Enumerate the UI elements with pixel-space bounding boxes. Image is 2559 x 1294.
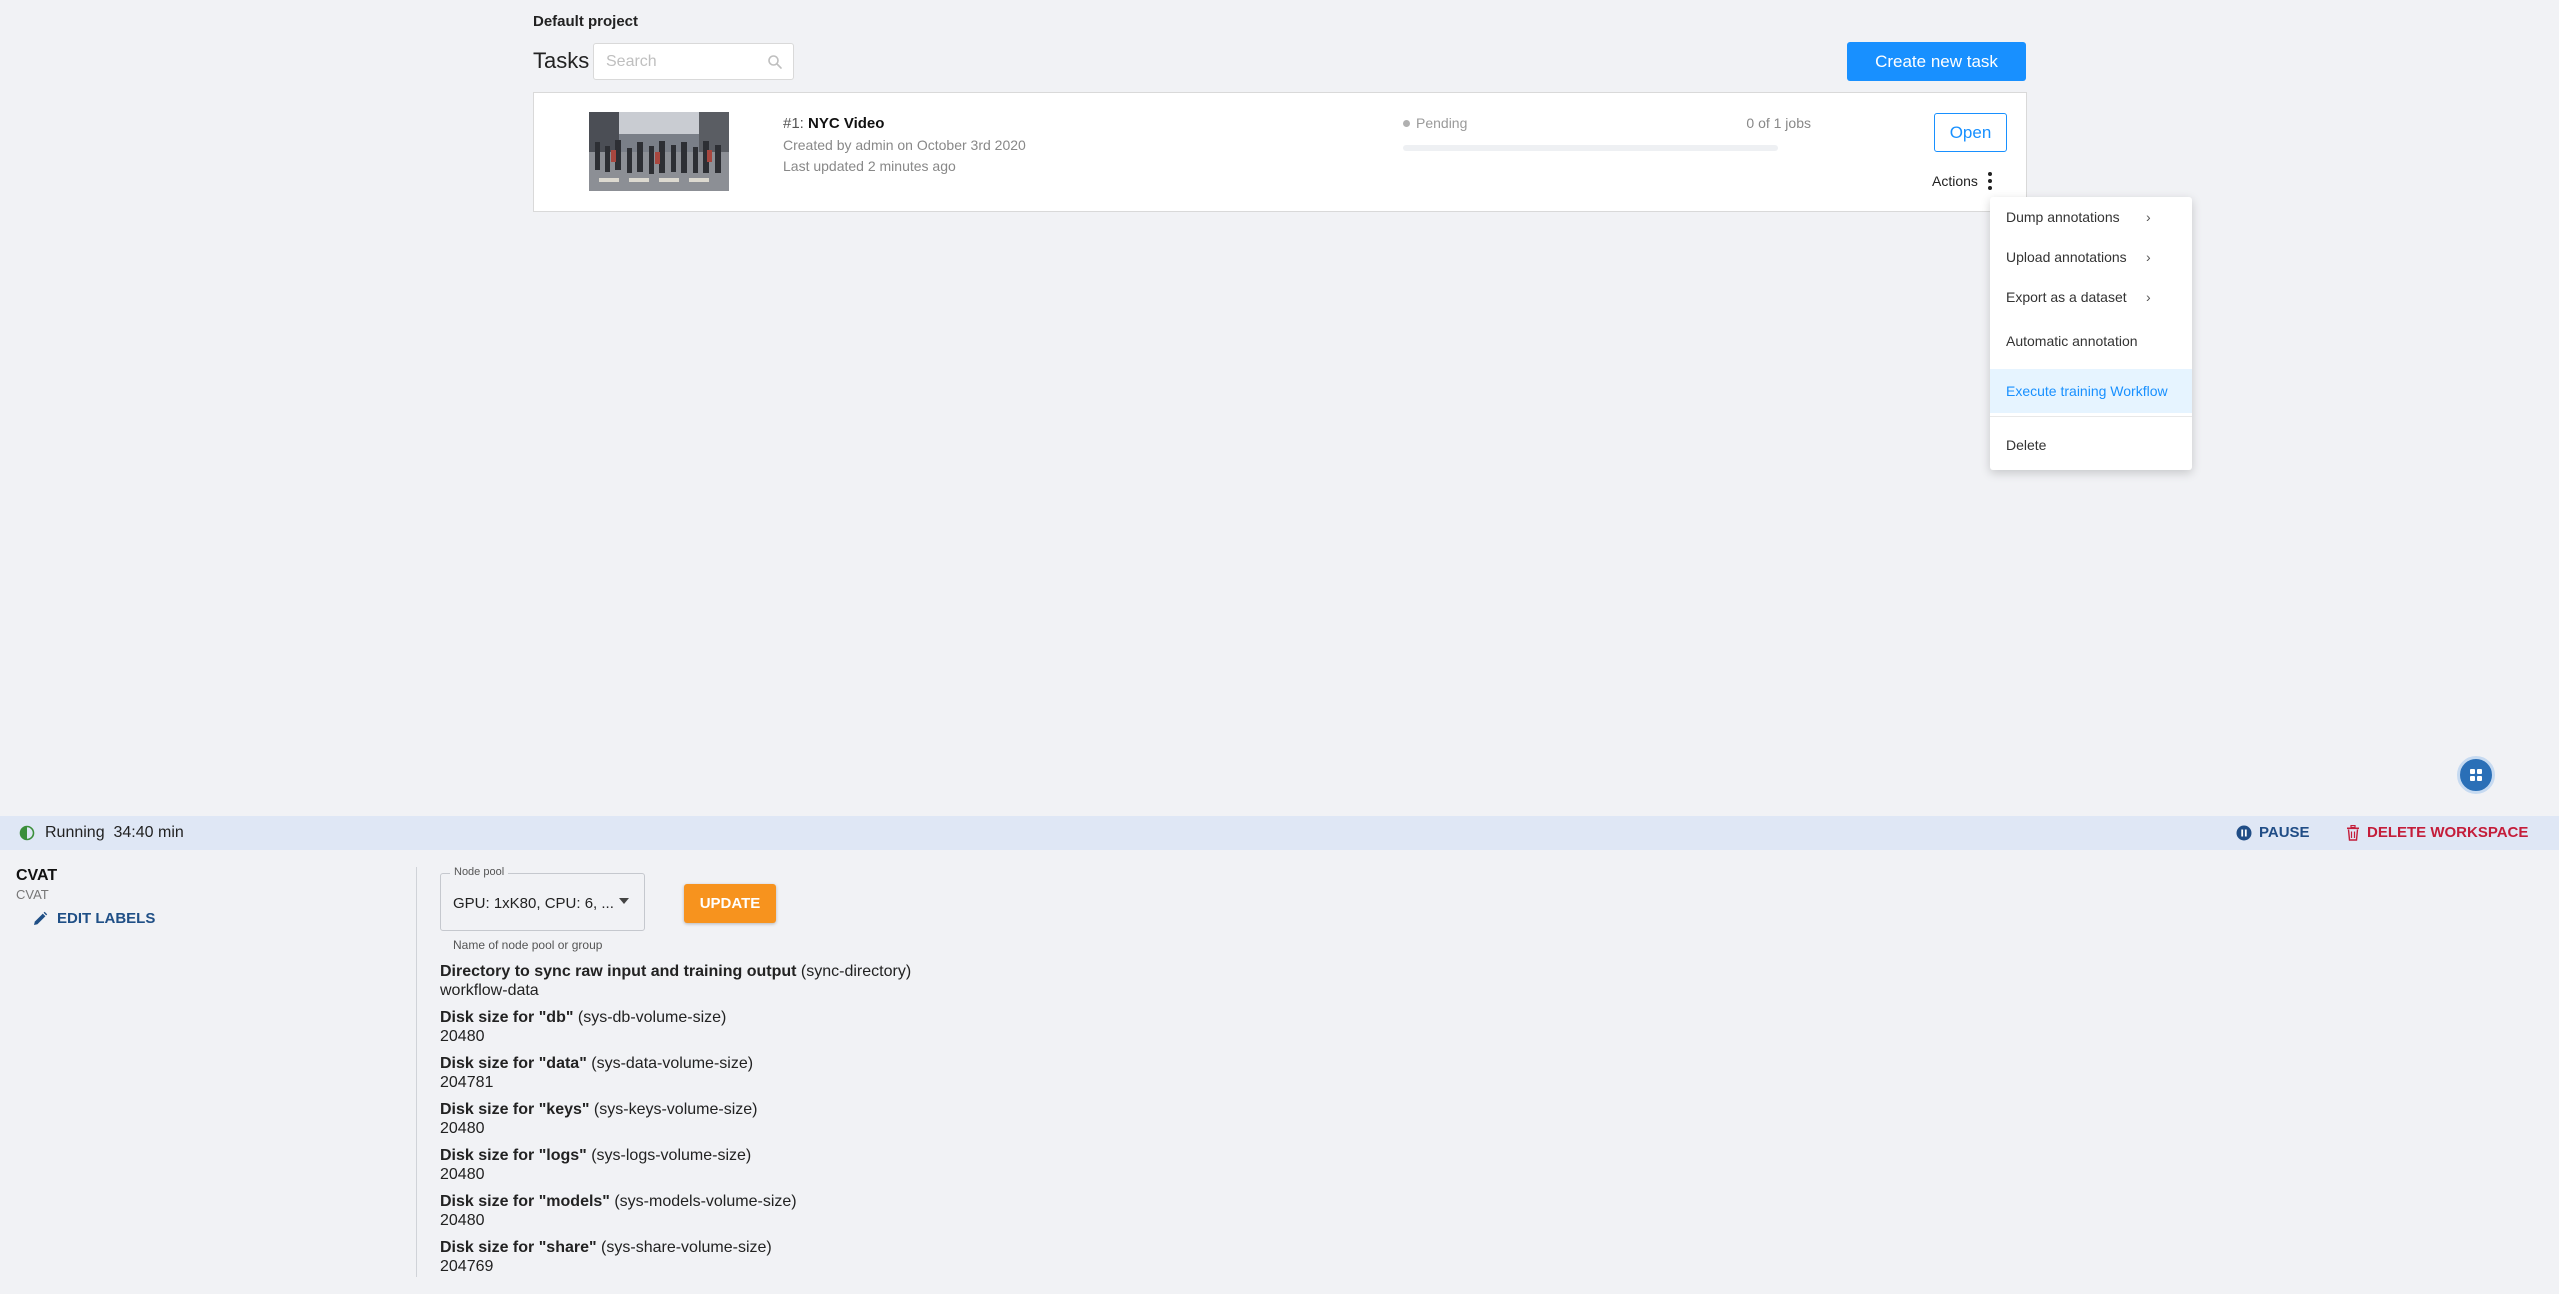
task-id: #1:	[783, 115, 809, 132]
project-title: Default project	[533, 13, 639, 30]
task-card: #1: NYC Video Created by admin on Octobe…	[533, 92, 2027, 212]
menu-divider	[1990, 416, 2192, 417]
node-pool-hint: Name of node pool or group	[453, 938, 603, 952]
menu-item-delete[interactable]: Delete	[1990, 425, 2192, 465]
task-actions[interactable]: Actions	[1932, 172, 1992, 190]
kebab-menu-icon[interactable]	[1987, 172, 1992, 190]
task-created: Created by admin on October 3rd 2020	[783, 137, 1026, 153]
search-input[interactable]	[606, 44, 766, 79]
workspace-template: CVAT	[16, 887, 49, 902]
task-status: Pending	[1403, 115, 1467, 131]
workspace-name: CVAT	[16, 867, 58, 884]
vertical-divider	[416, 867, 417, 1277]
chevron-right-icon: ›	[2146, 249, 2151, 265]
status-text: Pending	[1416, 115, 1468, 131]
node-pool-legend: Node pool	[450, 866, 509, 878]
actions-dropdown-menu: Dump annotations › Upload annotations › …	[1990, 197, 2192, 470]
chevron-down-icon[interactable]	[619, 898, 629, 904]
param-share-volume-size: Disk size for "share" (sys-share-volume-…	[440, 1239, 772, 1275]
actions-label: Actions	[1932, 173, 1978, 189]
tasks-heading: Tasks	[533, 48, 590, 73]
half-circle-icon	[19, 825, 35, 841]
menu-item-dump-annotations[interactable]: Dump annotations ›	[1990, 197, 2192, 237]
node-pool-value: GPU: 1xK80, CPU: 6, ...	[453, 895, 614, 912]
menu-item-export-dataset[interactable]: Export as a dataset ›	[1990, 277, 2192, 317]
task-progress-bar	[1403, 145, 1778, 151]
param-data-volume-size: Disk size for "data" (sys-data-volume-si…	[440, 1055, 754, 1091]
search-icon[interactable]	[767, 54, 783, 70]
workspace-status-bar: Running 34:40 min PAUSE DELETE WORKSPACE	[0, 816, 2559, 850]
pencil-icon	[34, 911, 48, 925]
workspace-parameters: Directory to sync raw input and training…	[440, 962, 1240, 1284]
workspace-details-panel: CVAT CVAT EDIT LABELS Node pool GPU: 1xK…	[0, 850, 2559, 1294]
pause-icon	[2236, 825, 2252, 840]
param-logs-volume-size: Disk size for "logs" (sys-logs-volume-si…	[440, 1147, 752, 1183]
trash-icon	[2347, 824, 2359, 841]
chevron-right-icon: ›	[2146, 289, 2151, 305]
status-dot	[1403, 119, 1410, 127]
task-name-link[interactable]: NYC Video	[808, 115, 884, 132]
menu-item-automatic-annotation[interactable]: Automatic annotation	[1990, 321, 2192, 361]
delete-workspace-button[interactable]: DELETE WORKSPACE	[2346, 824, 2528, 841]
apps-fab-button[interactable]	[2457, 756, 2495, 794]
param-db-volume-size: Disk size for "db" (sys-db-volume-size) …	[440, 1009, 727, 1045]
param-sync-directory: Directory to sync raw input and training…	[440, 963, 912, 999]
edit-labels-button[interactable]: EDIT LABELS	[32, 910, 155, 927]
menu-item-upload-annotations[interactable]: Upload annotations ›	[1990, 237, 2192, 277]
task-thumbnail[interactable]	[589, 112, 729, 191]
param-keys-volume-size: Disk size for "keys" (sys-keys-volume-si…	[440, 1101, 758, 1137]
menu-item-execute-training-workflow[interactable]: Execute training Workflow	[1990, 369, 2192, 413]
search-box[interactable]	[593, 43, 794, 80]
chevron-right-icon: ›	[2146, 209, 2151, 225]
pause-button[interactable]: PAUSE	[2236, 824, 2310, 841]
running-status: Running 34:40 min	[45, 824, 184, 841]
node-pool-select[interactable]: Node pool GPU: 1xK80, CPU: 6, ...	[440, 866, 645, 931]
param-models-volume-size: Disk size for "models" (sys-models-volum…	[440, 1193, 797, 1229]
create-new-task-button[interactable]: Create new task	[1847, 42, 2026, 81]
update-button[interactable]: UPDATE	[684, 884, 776, 923]
street-crowd-image	[589, 112, 729, 191]
task-jobs: 0 of 1 jobs	[1746, 115, 1811, 131]
open-task-button[interactable]: Open	[1934, 113, 2007, 152]
task-updated: Last updated 2 minutes ago	[783, 158, 956, 174]
task-name: #1: NYC Video	[783, 115, 884, 132]
apps-grid-icon	[2470, 769, 2482, 781]
